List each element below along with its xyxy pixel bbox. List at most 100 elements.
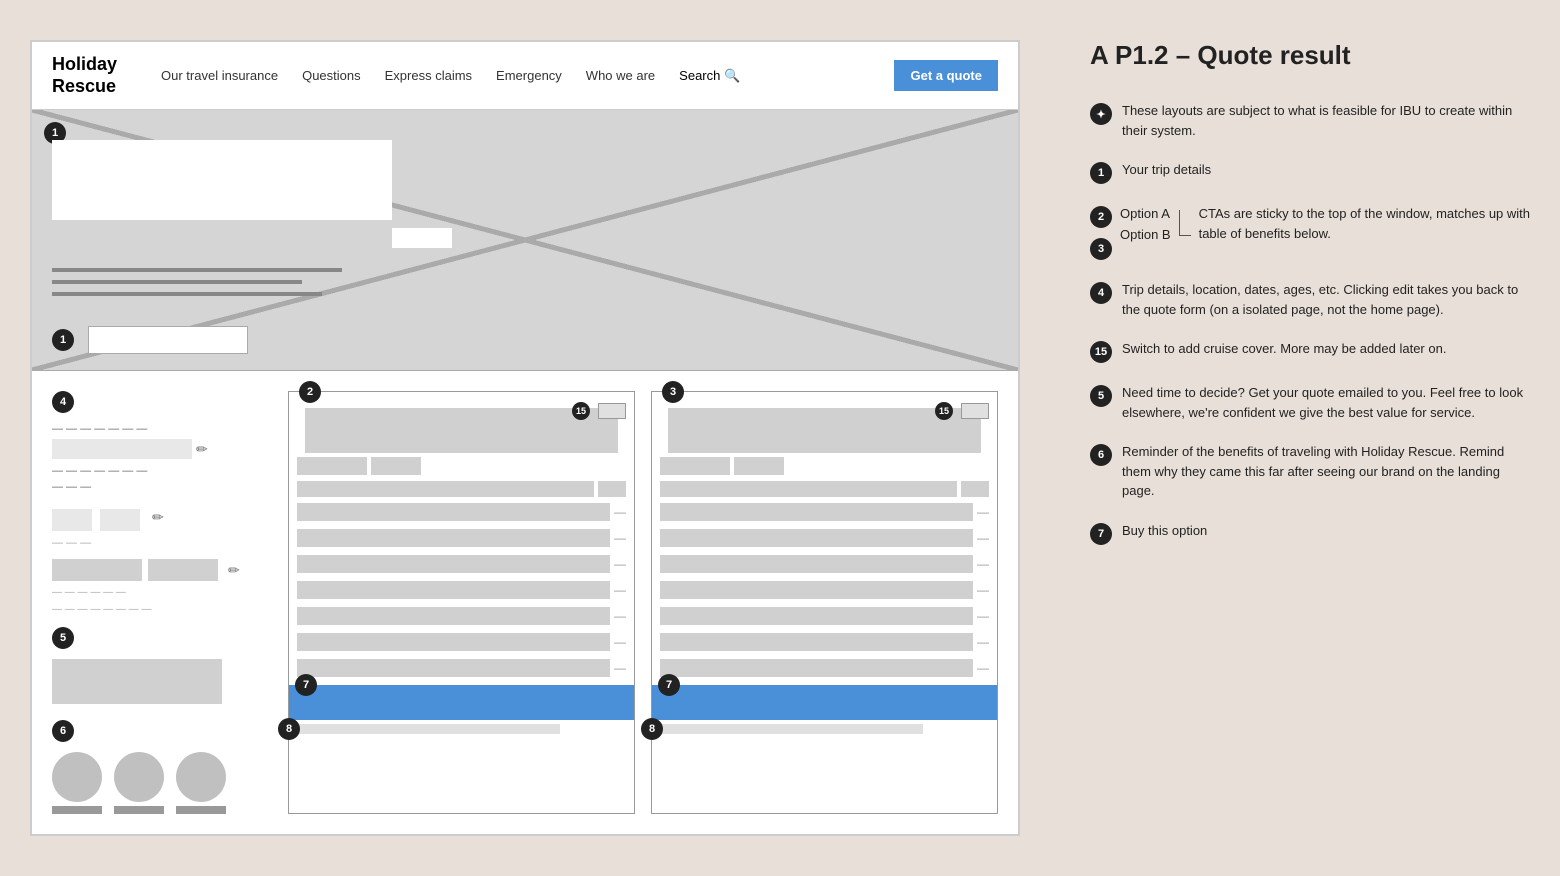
travelers-row: ✏ [52, 509, 272, 531]
ann-badge-2: 2 [1090, 206, 1112, 228]
trip-details-input[interactable] [88, 326, 248, 354]
field-box-2 [148, 559, 218, 581]
ann-text-6: Reminder of the benefits of traveling wi… [1122, 442, 1530, 501]
ann-text-1: Your trip details [1122, 160, 1211, 180]
ann-label-2: Option A [1120, 206, 1171, 221]
option-a-subrow-1 [289, 479, 634, 499]
option-b-header-area: 15 [652, 392, 997, 453]
nav-search[interactable]: Search 🔍 [679, 68, 740, 84]
search-icon: 🔍 [724, 68, 740, 84]
wireframe-lower: 4 — — — — — — — ✏ — — — — — — — — — — [32, 370, 1018, 834]
benefit-circle-1 [52, 752, 102, 802]
email-section [52, 659, 272, 704]
benefit-3 [176, 752, 226, 814]
detail-input-1[interactable] [52, 439, 192, 459]
ann-badge-6: 6 [1090, 444, 1112, 466]
option-b-column: 3 15 [651, 391, 998, 814]
hero-lower-row: 1 [52, 326, 248, 354]
benefit-text-1 [52, 806, 102, 814]
badge-15-b: 15 [935, 402, 953, 420]
badge-6: 6 [52, 720, 74, 742]
ann-text-5: Need time to decide? Get your quote emai… [1122, 383, 1530, 422]
switch-15-a: 15 [572, 402, 626, 420]
hero-section: 1 1 [32, 110, 1018, 370]
ann-badge-1: 1 [1090, 162, 1112, 184]
email-box[interactable] [52, 659, 222, 704]
annotation-7: 7 Buy this option [1090, 521, 1530, 545]
option-a-row-4: — [289, 551, 634, 577]
option-a-footer: 8 [289, 720, 634, 738]
badge-row-6: 6 [52, 720, 272, 742]
benefit-text-3 [176, 806, 226, 814]
traveler-box-2 [100, 509, 140, 531]
badge-15-a: 15 [572, 402, 590, 420]
ann-text-4: Trip details, location, dates, ages, etc… [1122, 280, 1530, 319]
option-a-row-8: — [289, 655, 634, 681]
annotations-area: A P1.2 – Quote result ✦ These layouts ar… [1060, 0, 1560, 876]
edit-icon-2[interactable]: ✏ [152, 509, 164, 531]
benefits-section [52, 752, 272, 814]
ann-badge-15: 15 [1090, 341, 1112, 363]
badge-4: 4 [52, 391, 74, 413]
detail-lines: — — — [52, 537, 272, 549]
option-a-column: 2 15 [288, 391, 635, 814]
option-b-row-8: — [652, 655, 997, 681]
annotation-6: 6 Reminder of the benefits of traveling … [1090, 442, 1530, 501]
logo: Holiday Rescue [52, 54, 117, 97]
ann-text-star: These layouts are subject to what is fea… [1122, 101, 1530, 140]
option-b-row-7: — [652, 629, 997, 655]
ann-badge-3: 3 [1090, 238, 1112, 260]
ann-text-15: Switch to add cruise cover. More may be … [1122, 339, 1446, 359]
switch-15-b: 15 [935, 402, 989, 420]
option-a-row-7: — [289, 629, 634, 655]
lower-section: 4 — — — — — — — ✏ — — — — — — — — — — [32, 371, 1018, 834]
get-quote-button[interactable]: Get a quote [894, 60, 998, 91]
labels-23: Option A Option B [1120, 204, 1171, 242]
option-a-row-5: — [289, 577, 634, 603]
switch-toggle-a[interactable] [598, 403, 626, 419]
option-b-row-6: — [652, 603, 997, 629]
annotation-star: ✦ These layouts are subject to what is f… [1090, 101, 1530, 140]
hero-tab [392, 228, 452, 248]
option-a-cta-area: 7 [289, 685, 634, 720]
ann-label-3: Option B [1120, 227, 1171, 242]
badge-row-5: 5 [52, 627, 272, 649]
nav-link-claims[interactable]: Express claims [385, 68, 472, 83]
option-b-cta[interactable] [652, 685, 997, 720]
nav-link-whoweare[interactable]: Who we are [586, 68, 655, 83]
hero-lines [52, 268, 998, 296]
nav-link-insurance[interactable]: Our travel insurance [161, 68, 278, 83]
more-details: ✏ — — — — — — — — — — — — — — [52, 559, 272, 615]
detail-label-2: — — — — — — — [52, 465, 272, 477]
badge-8-a: 8 [278, 718, 300, 740]
benefit-text-2 [114, 806, 164, 814]
detail-row-2: — — — [52, 481, 272, 493]
detail-field-row: ✏ [52, 559, 272, 581]
hero-line-1 [52, 268, 342, 272]
badge-1-lower: 1 [52, 329, 74, 351]
badge-8-b: 8 [641, 718, 663, 740]
benefit-circle-2 [114, 752, 164, 802]
option-a-row-3: — [289, 525, 634, 551]
switch-toggle-b[interactable] [961, 403, 989, 419]
options-area: 2 15 [288, 391, 998, 814]
nav-links: Our travel insurance Questions Express c… [161, 68, 870, 84]
edit-icon-1[interactable]: ✏ [196, 441, 208, 458]
option-a-row-1 [289, 453, 634, 479]
nav-link-emergency[interactable]: Emergency [496, 68, 562, 83]
connector-23 [1179, 210, 1191, 236]
wireframe-container: Holiday Rescue Our travel insurance Ques… [30, 40, 1020, 836]
nav-link-questions[interactable]: Questions [302, 68, 361, 83]
option-b-row-4: — [652, 551, 997, 577]
annotation-1: 1 Your trip details [1090, 160, 1530, 184]
field-box-1 [52, 559, 142, 581]
option-b-cta-area: 7 [652, 685, 997, 720]
option-b-row-5: — [652, 577, 997, 603]
option-b-row-1 [652, 453, 997, 479]
option-b-row-2: — [652, 499, 997, 525]
hero-title-box [52, 140, 392, 220]
hero-line-3 [52, 292, 322, 296]
edit-icon-3[interactable]: ✏ [228, 562, 240, 579]
option-a-cta[interactable] [289, 685, 634, 720]
page-title: A P1.2 – Quote result [1090, 40, 1530, 71]
